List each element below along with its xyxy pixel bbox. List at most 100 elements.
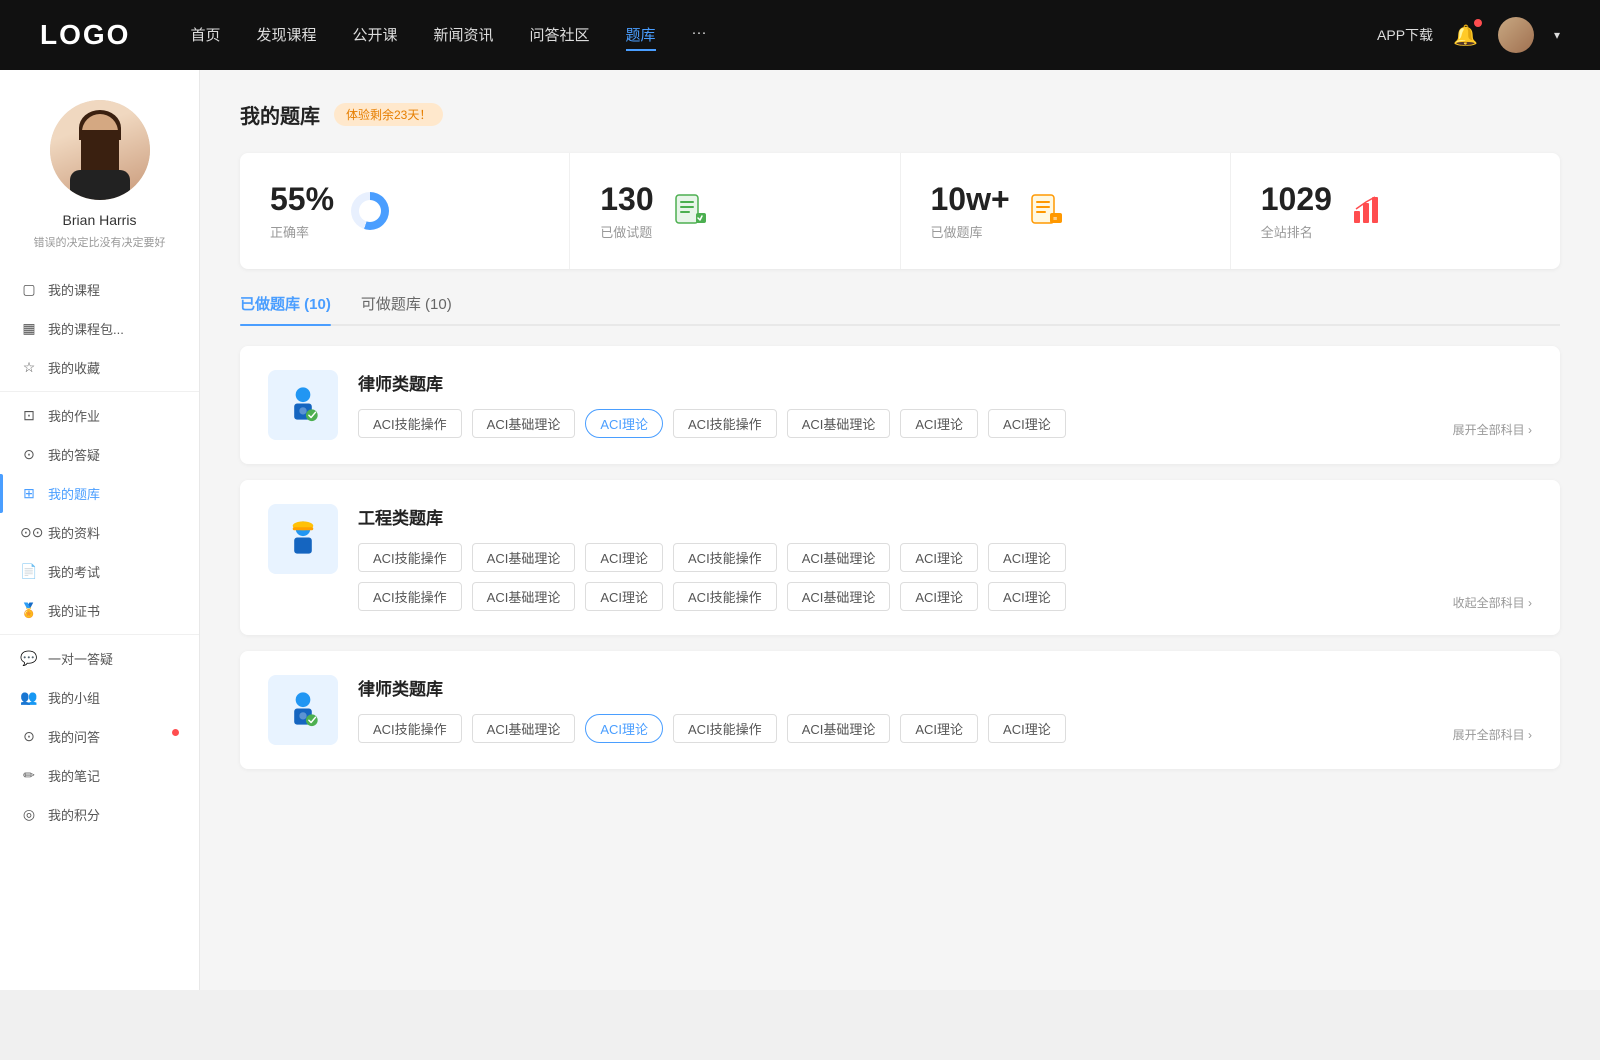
avatar[interactable] [1498, 17, 1534, 53]
qbank-tag-3[interactable]: ACI技能操作 [673, 409, 777, 438]
page-header: 我的题库 体验剩余23天！ [240, 100, 1560, 129]
answers-icon: ⊙ [20, 728, 38, 745]
certs-icon: 🏅 [20, 602, 38, 619]
eng-r2-tag-4[interactable]: ACI基础理论 [787, 582, 891, 611]
sidebar-item-my-exams[interactable]: 📄 我的考试 [0, 552, 199, 591]
l2-tag-3[interactable]: ACI技能操作 [673, 714, 777, 743]
l2-tag-5[interactable]: ACI理论 [900, 714, 978, 743]
nav-qa[interactable]: 问答社区 [530, 20, 590, 51]
stat-rank: 1029 全站排名 [1231, 153, 1560, 269]
qbank-header-lawyer-1: 律师类题库 ACI技能操作 ACI基础理论 ACI理论 ACI技能操作 ACI基… [268, 370, 1532, 440]
stat-accuracy-label: 正确率 [270, 222, 334, 241]
qbank-section-lawyer-2: 律师类题库 ACI技能操作 ACI基础理论 ACI理论 ACI技能操作 ACI基… [240, 651, 1560, 769]
stat-banks-values: 10w+ 已做题库 [931, 181, 1010, 241]
qbank-tags-engineering-row1: ACI技能操作 ACI基础理论 ACI理论 ACI技能操作 ACI基础理论 AC… [358, 543, 1532, 572]
sidebar-item-my-notes[interactable]: ✏ 我的笔记 [0, 756, 199, 795]
sidebar-item-one-on-one[interactable]: 💬 一对一答疑 [0, 639, 199, 678]
sidebar-item-my-certs[interactable]: 🏅 我的证书 [0, 591, 199, 630]
eng-tag-1[interactable]: ACI基础理论 [472, 543, 576, 572]
eng-tag-2[interactable]: ACI理论 [585, 543, 663, 572]
eng-tag-6[interactable]: ACI理论 [988, 543, 1066, 572]
page-title: 我的题库 [240, 100, 320, 129]
done-banks-icon: ≡ [1026, 191, 1066, 231]
stat-done-label: 已做试题 [600, 222, 653, 241]
nav-home[interactable]: 首页 [190, 20, 220, 51]
qbank-icon: ⊞ [20, 485, 38, 502]
sidebar-label-my-favorites: 我的收藏 [48, 358, 100, 377]
sidebar-item-my-courses[interactable]: ▢ 我的课程 [0, 270, 199, 309]
profile-icon: ⊙⊙ [20, 524, 38, 541]
tab-done[interactable]: 已做题库 (10) [240, 293, 331, 324]
questions-icon: ⊙ [20, 446, 38, 463]
sidebar-label-my-points: 我的积分 [48, 805, 100, 824]
eng-r2-tag-5[interactable]: ACI理论 [900, 582, 978, 611]
sidebar-item-my-points[interactable]: ◎ 我的积分 [0, 795, 199, 834]
eng-r2-tag-2[interactable]: ACI理论 [585, 582, 663, 611]
eng-r2-tag-3[interactable]: ACI技能操作 [673, 582, 777, 611]
nav-qbank[interactable]: 题库 [626, 20, 656, 51]
notification-bell-icon[interactable]: 🔔 [1453, 23, 1478, 48]
stat-done-banks: 10w+ 已做题库 ≡ [901, 153, 1231, 269]
sidebar-menu: ▢ 我的课程 ▦ 我的课程包... ☆ 我的收藏 ⊡ 我的作业 ⊙ 我的答疑 ⊞ [0, 270, 199, 834]
nav-more[interactable]: ··· [692, 20, 707, 51]
sidebar-item-my-homework[interactable]: ⊡ 我的作业 [0, 396, 199, 435]
eng-r2-tag-0[interactable]: ACI技能操作 [358, 582, 462, 611]
l2-tag-2[interactable]: ACI理论 [585, 714, 663, 743]
collapse-engineering[interactable]: 收起全部科目 › [1453, 594, 1532, 611]
qbank-tags-lawyer-2: ACI技能操作 ACI基础理论 ACI理论 ACI技能操作 ACI基础理论 AC… [358, 714, 1066, 743]
nav-discover[interactable]: 发现课程 [256, 20, 316, 51]
qbank-body-lawyer-2: 律师类题库 ACI技能操作 ACI基础理论 ACI理论 ACI技能操作 ACI基… [358, 675, 1532, 743]
qbank-title-lawyer-1: 律师类题库 [358, 370, 1532, 395]
stat-accuracy-value: 55% [270, 181, 334, 218]
app-download-button[interactable]: APP下载 [1377, 25, 1433, 45]
eng-tag-5[interactable]: ACI理论 [900, 543, 978, 572]
qbank-tag-1[interactable]: ACI基础理论 [472, 409, 576, 438]
notification-badge [1474, 19, 1482, 27]
done-questions-icon [670, 191, 710, 231]
sidebar-avatar [50, 100, 150, 200]
group-icon: 👥 [20, 689, 38, 706]
sidebar-label-my-packages: 我的课程包... [48, 319, 124, 338]
expand-lawyer-2[interactable]: 展开全部科目 › [1453, 726, 1532, 743]
qbank-tag-0[interactable]: ACI技能操作 [358, 409, 462, 438]
nav-links: 首页 发现课程 公开课 新闻资讯 问答社区 题库 ··· [190, 20, 1377, 51]
eng-tag-4[interactable]: ACI基础理论 [787, 543, 891, 572]
qbank-tag-2[interactable]: ACI理论 [585, 409, 663, 438]
eng-r2-tag-6[interactable]: ACI理论 [988, 582, 1066, 611]
l2-tag-4[interactable]: ACI基础理论 [787, 714, 891, 743]
sidebar-label-my-questions: 我的答疑 [48, 445, 100, 464]
eng-tag-3[interactable]: ACI技能操作 [673, 543, 777, 572]
avatar-body [70, 170, 130, 200]
sidebar-item-my-qbank[interactable]: ⊞ 我的题库 [0, 474, 199, 513]
nav-news[interactable]: 新闻资讯 [434, 20, 494, 51]
courses-icon: ▢ [20, 281, 38, 298]
logo[interactable]: LOGO [40, 19, 130, 51]
nav-right: APP下载 🔔 ▾ [1377, 17, 1560, 53]
sidebar-label-my-profile: 我的资料 [48, 523, 100, 542]
one-on-one-icon: 💬 [20, 650, 38, 667]
sidebar-item-my-favorites[interactable]: ☆ 我的收藏 [0, 348, 199, 387]
eng-r2-tag-1[interactable]: ACI基础理论 [472, 582, 576, 611]
qbank-tag-6[interactable]: ACI理论 [988, 409, 1066, 438]
sidebar-item-my-group[interactable]: 👥 我的小组 [0, 678, 199, 717]
sidebar-item-my-answers[interactable]: ⊙ 我的问答 [0, 717, 199, 756]
qbank-tag-5[interactable]: ACI理论 [900, 409, 978, 438]
l2-tag-0[interactable]: ACI技能操作 [358, 714, 462, 743]
l2-tag-1[interactable]: ACI基础理论 [472, 714, 576, 743]
packages-icon: ▦ [20, 320, 38, 337]
sidebar-item-my-questions[interactable]: ⊙ 我的答疑 [0, 435, 199, 474]
nav-open[interactable]: 公开课 [352, 20, 397, 51]
eng-tag-0[interactable]: ACI技能操作 [358, 543, 462, 572]
l2-tag-6[interactable]: ACI理论 [988, 714, 1066, 743]
sidebar-username: Brian Harris [63, 212, 137, 228]
sidebar-item-my-packages[interactable]: ▦ 我的课程包... [0, 309, 199, 348]
qbank-tag-4[interactable]: ACI基础理论 [787, 409, 891, 438]
expand-lawyer-1[interactable]: 展开全部科目 › [1453, 421, 1532, 438]
stat-accuracy-values: 55% 正确率 [270, 181, 334, 241]
qbank-icon-wrap-lawyer-2 [268, 675, 338, 745]
stat-banks-label: 已做题库 [931, 222, 1010, 241]
chevron-down-icon[interactable]: ▾ [1554, 28, 1560, 42]
engineer-icon [281, 517, 325, 561]
sidebar-item-my-profile[interactable]: ⊙⊙ 我的资料 [0, 513, 199, 552]
tab-todo[interactable]: 可做题库 (10) [361, 293, 452, 324]
